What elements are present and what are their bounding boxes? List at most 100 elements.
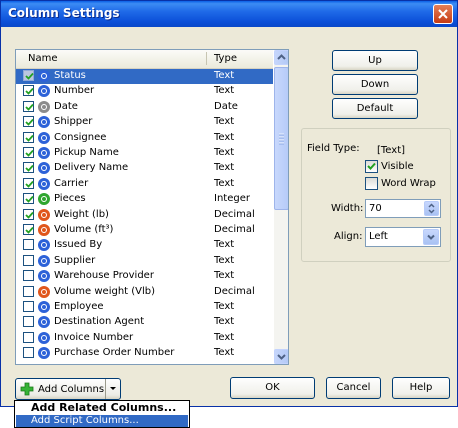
- row-checkbox[interactable]: [23, 85, 34, 97]
- list-row[interactable]: Pickup Name Text: [16, 146, 273, 161]
- blue-circle-icon: [38, 147, 50, 159]
- row-checkbox[interactable]: [23, 224, 34, 235]
- list-row[interactable]: Issued By Text: [16, 238, 273, 253]
- blue-circle-icon: [38, 347, 50, 360]
- row-checkbox[interactable]: [23, 131, 34, 143]
- list-row[interactable]: Delivery Name Text: [16, 161, 273, 176]
- width-stepper[interactable]: [424, 201, 439, 216]
- scroll-up-arrow-icon: [277, 54, 286, 60]
- row-checkbox[interactable]: [23, 70, 34, 81]
- row-checkbox[interactable]: [23, 162, 34, 174]
- row-checkbox[interactable]: [23, 301, 34, 312]
- checkmark-icon: [25, 211, 34, 219]
- list-row[interactable]: Employee Text: [16, 300, 273, 315]
- row-checkbox[interactable]: [23, 316, 34, 328]
- row-checkbox[interactable]: [23, 147, 34, 158]
- row-name: Delivery Name: [54, 162, 129, 174]
- row-name: Volume weight (Vlb): [54, 285, 156, 297]
- list-row[interactable]: Warehouse Provider Text: [16, 269, 273, 284]
- row-checkbox[interactable]: [23, 270, 34, 282]
- row-type: Text: [214, 239, 235, 251]
- list-row[interactable]: Date Date: [16, 100, 273, 115]
- default-button[interactable]: Default: [332, 98, 418, 119]
- header-name[interactable]: Name: [28, 53, 58, 64]
- scroll-down-button[interactable]: [274, 349, 288, 364]
- row-checkbox[interactable]: [23, 254, 34, 266]
- row-type: Text: [214, 147, 235, 158]
- visible-label[interactable]: Visible: [381, 161, 414, 172]
- dialog-title: Column Settings: [8, 6, 120, 20]
- orange-circle-icon: [38, 208, 50, 221]
- list-row[interactable]: Destination Agent Text: [16, 315, 273, 330]
- list-row[interactable]: Volume weight (Vlb) Decimal: [16, 285, 273, 300]
- close-button[interactable]: [433, 4, 453, 24]
- orange-circle-icon: [38, 224, 50, 236]
- checkmark-icon: [25, 180, 34, 188]
- list-row[interactable]: Pieces Integer: [16, 192, 273, 207]
- align-dropdown[interactable]: Left: [365, 227, 441, 247]
- word-wrap-label[interactable]: Word Wrap: [381, 178, 436, 189]
- checkmark-icon: [25, 226, 34, 234]
- up-button[interactable]: Up: [332, 50, 418, 71]
- checkmark-icon: [25, 196, 34, 203]
- row-name: Pickup Name: [54, 147, 119, 158]
- ok-button[interactable]: OK: [230, 377, 315, 399]
- row-type: Date: [214, 100, 238, 112]
- list-row[interactable]: Weight (lb) Decimal: [16, 208, 273, 223]
- column-settings-dialog: Column Settings Name Type Status Text Numb…: [0, 0, 458, 407]
- row-checkbox[interactable]: [23, 331, 34, 343]
- list-row[interactable]: Volume (ft³) Decimal: [16, 223, 273, 238]
- list-row[interactable]: Purchase Order Number Text: [16, 346, 273, 361]
- row-checkbox[interactable]: [23, 208, 34, 220]
- list-row[interactable]: Number Text: [16, 84, 273, 99]
- row-name: Number: [54, 85, 95, 97]
- gray-circle-icon: [38, 100, 50, 113]
- row-type: Decimal: [214, 208, 255, 220]
- list-row[interactable]: Consignee Text: [16, 131, 273, 146]
- width-value[interactable]: 70: [369, 203, 382, 214]
- list-row[interactable]: Carrier Text: [16, 177, 273, 192]
- row-checkbox[interactable]: [23, 177, 34, 189]
- width-label: Width:: [331, 203, 364, 214]
- row-type: Text: [214, 70, 235, 81]
- cancel-button[interactable]: Cancel: [326, 377, 381, 399]
- list-row[interactable]: Status Text: [16, 69, 273, 84]
- row-checkbox[interactable]: [23, 347, 34, 359]
- down-button[interactable]: Down: [332, 74, 418, 95]
- row-checkbox[interactable]: [23, 100, 34, 112]
- visible-checkbox[interactable]: [365, 160, 378, 173]
- word-wrap-checkbox[interactable]: [365, 177, 378, 190]
- header-type[interactable]: Type: [214, 53, 237, 64]
- help-button[interactable]: Help: [392, 377, 450, 399]
- grip-icon: [279, 133, 284, 145]
- scroll-thumb[interactable]: [274, 67, 288, 210]
- blue-circle-icon: [38, 254, 50, 267]
- list-row[interactable]: Supplier Text: [16, 254, 273, 269]
- width-spinner[interactable]: 70: [365, 199, 441, 218]
- scroll-up-button[interactable]: [274, 50, 288, 65]
- row-checkbox[interactable]: [23, 285, 34, 297]
- list-row[interactable]: Shipper Text: [16, 115, 273, 130]
- row-name: Invoice Number: [54, 331, 134, 343]
- row-type: Text: [214, 331, 235, 343]
- header-divider[interactable]: [206, 52, 207, 65]
- align-dropdown-button[interactable]: [423, 229, 439, 245]
- align-value[interactable]: Left: [369, 231, 388, 242]
- orange-circle-icon: [38, 285, 50, 298]
- row-checkbox[interactable]: [23, 239, 34, 251]
- title-bar[interactable]: Column Settings: [1, 1, 457, 27]
- add-columns-label: Add Columns: [38, 384, 105, 395]
- menu-item-add-related-columns[interactable]: Add Related Columns...: [15, 401, 189, 415]
- menu-item-add-script-columns[interactable]: Add Script Columns...: [16, 415, 188, 427]
- vertical-scrollbar[interactable]: [274, 50, 288, 364]
- add-columns-button[interactable]: Add Columns: [15, 378, 121, 400]
- field-type-value: [Text]: [377, 145, 406, 156]
- blue-circle-icon: [38, 177, 50, 190]
- row-type: Decimal: [214, 285, 255, 297]
- dropdown-arrow-icon[interactable]: [109, 386, 117, 392]
- columns-list[interactable]: Name Type Status Text Number Text Date Date Sh…: [15, 49, 289, 365]
- list-row[interactable]: Invoice Number Text: [16, 331, 273, 346]
- row-checkbox[interactable]: [23, 116, 34, 128]
- row-checkbox[interactable]: [23, 193, 34, 205]
- row-name: Shipper: [54, 116, 93, 128]
